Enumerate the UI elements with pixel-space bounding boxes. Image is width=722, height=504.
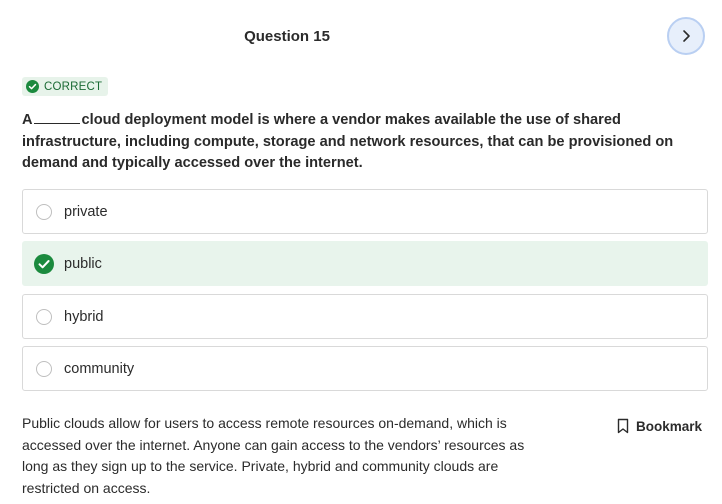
option-label: community bbox=[64, 360, 135, 377]
option-label: hybrid bbox=[64, 308, 104, 325]
option-hybrid[interactable]: hybrid bbox=[22, 294, 708, 339]
chevron-right-icon bbox=[683, 30, 690, 42]
bookmark-button[interactable]: Bookmark bbox=[617, 418, 702, 434]
answer-blank bbox=[33, 112, 80, 124]
status-label: CORRECT bbox=[44, 80, 103, 93]
option-label: public bbox=[64, 255, 102, 272]
radio-button[interactable] bbox=[36, 308, 52, 325]
answer-explanation: Public clouds allow for users to access … bbox=[22, 415, 525, 497]
option-community[interactable]: community bbox=[22, 346, 708, 391]
status-badge: CORRECT bbox=[22, 77, 109, 96]
option-private[interactable]: private bbox=[22, 189, 708, 234]
radio-button[interactable] bbox=[36, 360, 52, 377]
radio-button[interactable] bbox=[36, 203, 52, 220]
check-circle-icon[interactable] bbox=[34, 253, 54, 274]
bookmark-icon bbox=[617, 418, 629, 434]
check-circle-icon bbox=[26, 80, 39, 93]
question-body: cloud deployment model is where a vendor… bbox=[22, 112, 674, 171]
bookmark-label: Bookmark bbox=[636, 418, 703, 434]
option-public[interactable]: public bbox=[22, 241, 708, 286]
next-question-button[interactable] bbox=[667, 17, 705, 55]
question-text: Acloud deployment model is where a vendo… bbox=[22, 110, 692, 175]
option-label: private bbox=[64, 203, 108, 220]
question-title: Question 15 bbox=[244, 28, 330, 45]
question-prefix: A bbox=[22, 112, 33, 128]
